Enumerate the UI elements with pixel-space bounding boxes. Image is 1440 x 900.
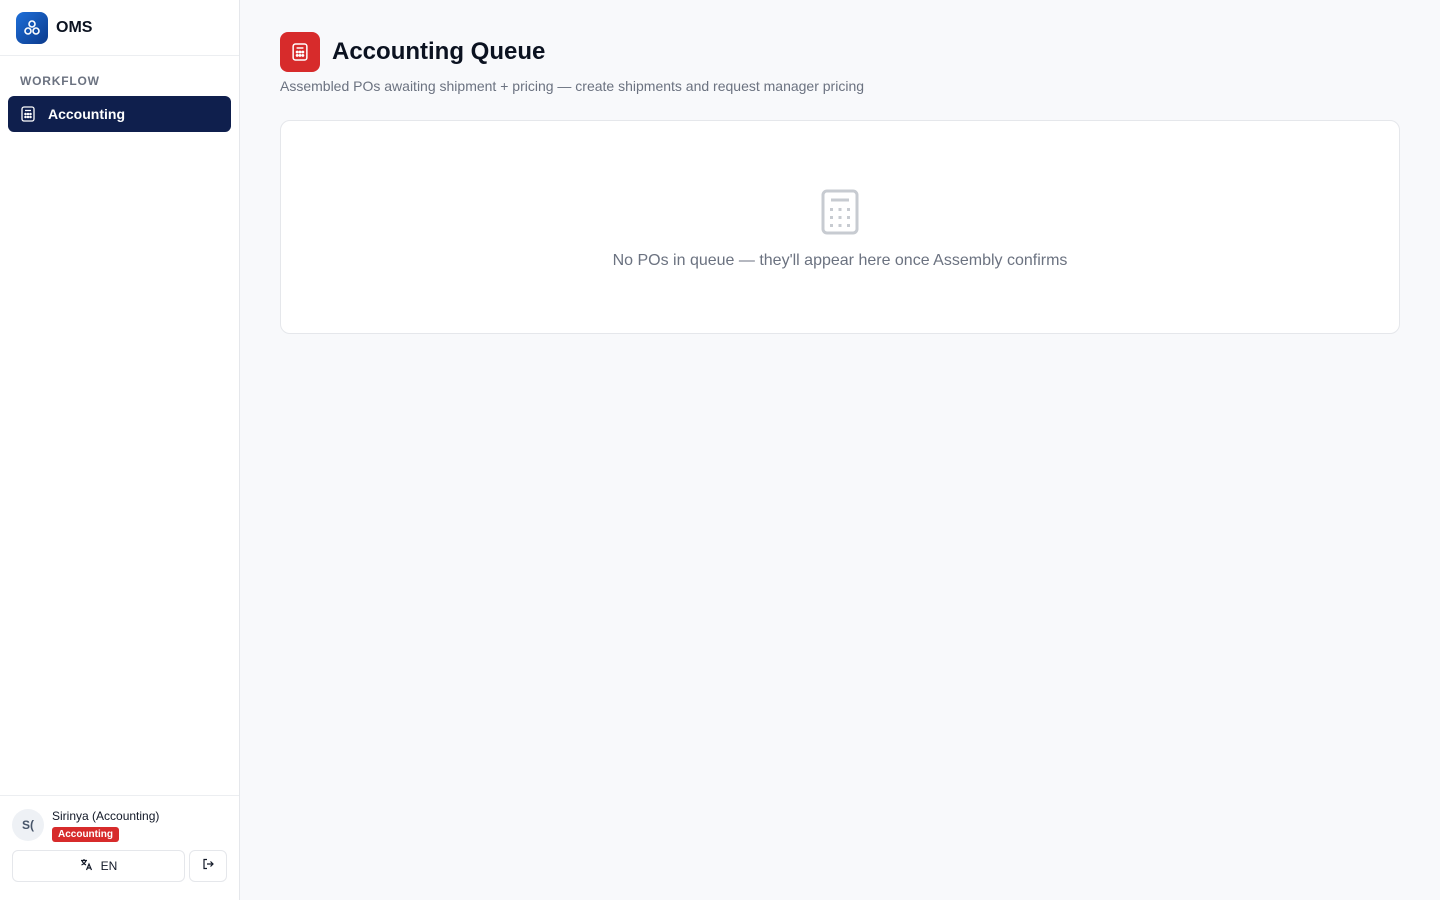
empty-state-card: No POs in queue — they'll appear here on… [280,120,1400,334]
page-subtitle: Assembled POs awaiting shipment + pricin… [280,78,865,94]
logout-icon [202,857,214,875]
sidebar-footer: S( Sirinya (Accounting) Accounting EN [0,795,239,900]
avatar: S( [12,809,44,841]
sidebar-item-label: Accounting [48,106,125,122]
user-name: Sirinya (Accounting) [52,809,160,823]
language-label: EN [100,859,118,873]
language-button[interactable]: EN [12,850,185,882]
user-profile: S( Sirinya (Accounting) Accounting [12,808,227,842]
page-title: Accounting Queue [332,38,546,65]
sidebar: OMS WORKFLOW Accounting S( Sirinya (Acco… [0,0,240,900]
app-name: OMS [56,18,93,36]
role-badge: Accounting [52,827,119,842]
brand[interactable]: OMS [0,0,239,56]
translate-icon [80,858,93,874]
sidebar-section-label: WORKFLOW [20,74,100,88]
page-header: Accounting Queue [280,32,1400,72]
calculator-icon [820,188,860,236]
logout-button[interactable] [189,850,227,882]
sidebar-item-accounting[interactable]: Accounting [8,96,231,132]
cube-cluster-icon [16,11,48,44]
calculator-icon [20,106,36,122]
empty-state-message: No POs in queue — they'll appear here on… [612,252,1068,269]
calculator-icon [280,32,320,72]
main-content: Accounting Queue Assembled POs awaiting … [240,0,1440,900]
